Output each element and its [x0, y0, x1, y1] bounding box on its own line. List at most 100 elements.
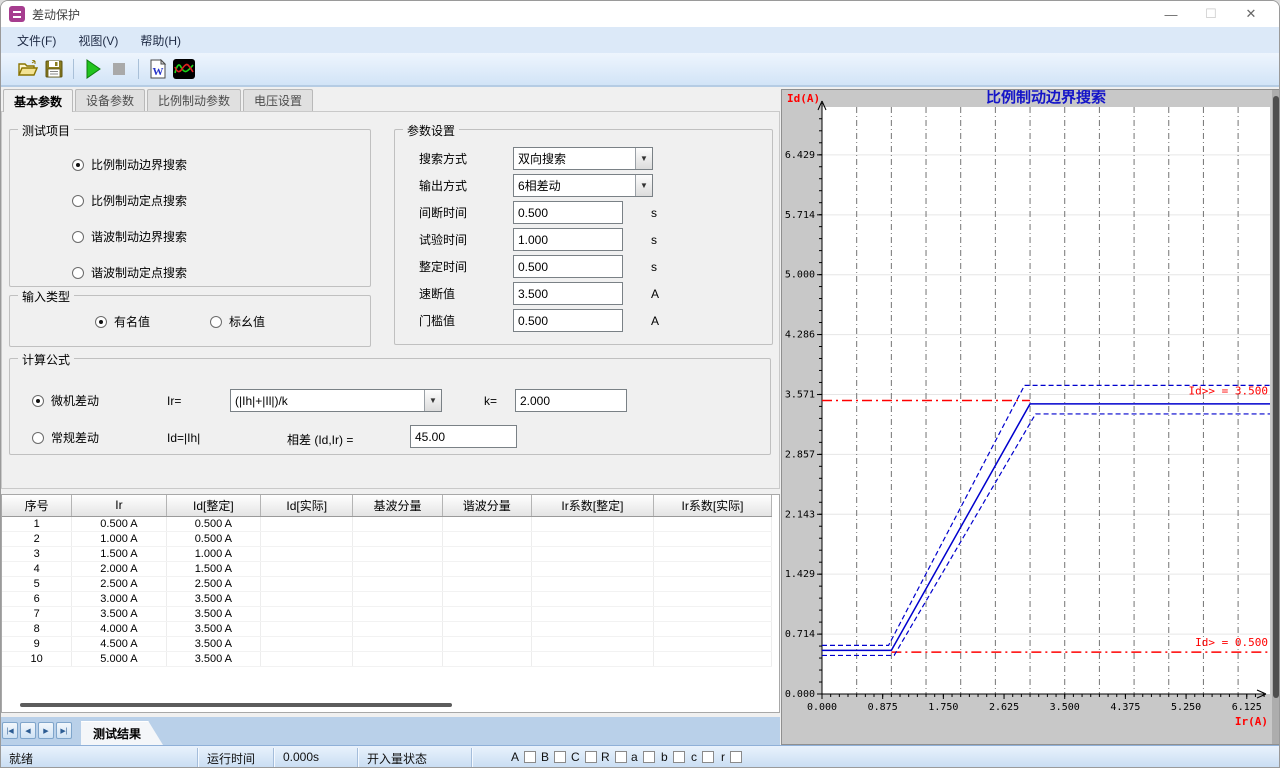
param-row-instant-value: 速断值A	[395, 282, 772, 305]
table-row[interactable]: 105.000 A3.500 A	[2, 651, 772, 666]
table-cell	[353, 561, 442, 576]
channel-checkbox[interactable]	[702, 751, 714, 763]
radio-label: 有名值	[114, 313, 150, 330]
tab-2[interactable]: 比例制动参数	[147, 89, 241, 111]
table-row[interactable]: 52.500 A2.500 A	[2, 576, 772, 591]
test-item-option-0[interactable]: 比例制动边界搜索	[72, 156, 187, 173]
run-button[interactable]	[80, 56, 106, 82]
test-item-option-1[interactable]: 比例制动定点搜索	[72, 192, 187, 209]
tab-3[interactable]: 电压设置	[243, 89, 313, 111]
chevron-down-icon[interactable]: ▼	[635, 175, 652, 196]
tab-nav-button-3[interactable]: ▶|	[56, 722, 72, 739]
channel-checkbox[interactable]	[524, 751, 536, 763]
break-time-input[interactable]	[513, 201, 623, 224]
save-button[interactable]	[41, 56, 67, 82]
table-row[interactable]: 63.000 A3.500 A	[2, 591, 772, 606]
waveform-button[interactable]	[171, 56, 197, 82]
test-item-option-2[interactable]: 谐波制动边界搜索	[72, 228, 187, 245]
channel-checkbox[interactable]	[673, 751, 685, 763]
break-time-label: 间断时间	[395, 204, 513, 221]
menu-help[interactable]: 帮助(H)	[140, 32, 181, 49]
column-header-5[interactable]: 谐波分量	[442, 495, 531, 516]
tab-1[interactable]: 设备参数	[75, 89, 145, 111]
channel-label: C	[571, 750, 580, 764]
column-header-2[interactable]: Id[整定]	[166, 495, 260, 516]
chevron-down-icon[interactable]: ▼	[635, 148, 652, 169]
table-row[interactable]: 31.500 A1.000 A	[2, 546, 772, 561]
word-report-icon: W	[149, 59, 167, 79]
stop-button[interactable]	[106, 56, 132, 82]
svg-text:6.429: 6.429	[785, 150, 815, 161]
column-header-4[interactable]: 基波分量	[353, 495, 442, 516]
tab-0[interactable]: 基本参数	[3, 89, 73, 112]
channel-checkbox[interactable]	[643, 751, 655, 763]
gate-value-input[interactable]	[513, 309, 623, 332]
table-cell: 8	[2, 621, 72, 636]
tab-nav-button-1[interactable]: ◀	[20, 722, 36, 739]
vertical-scrollbar[interactable]	[1272, 90, 1280, 744]
table-cell: 3.500 A	[166, 651, 260, 666]
param-row-gate-value: 门槛值A	[395, 309, 772, 332]
svg-text:Id>> = 3.500: Id>> = 3.500	[1189, 385, 1268, 398]
phase-input[interactable]	[410, 425, 517, 448]
column-header-3[interactable]: Id[实际]	[261, 495, 353, 516]
gate-value-label: 门槛值	[395, 312, 513, 329]
toolbar-separator	[73, 59, 74, 79]
bottom-tab-0[interactable]: 测试结果	[81, 721, 163, 745]
table-row[interactable]: 84.000 A3.500 A	[2, 621, 772, 636]
maximize-button[interactable]: ☐	[1191, 1, 1231, 27]
table-row[interactable]: 21.000 A0.500 A	[2, 531, 772, 546]
table-row[interactable]: 10.500 A0.500 A	[2, 516, 772, 531]
menu-file[interactable]: 文件(F)	[17, 32, 56, 49]
channel-checkbox[interactable]	[615, 751, 627, 763]
table-cell: 0.500 A	[72, 516, 166, 531]
close-button[interactable]: ✕	[1231, 1, 1271, 27]
settle-time-input[interactable]	[513, 255, 623, 278]
channel-checkbox[interactable]	[730, 751, 742, 763]
tab-nav-button-0[interactable]: |◀	[2, 722, 18, 739]
channel-checkbox[interactable]	[554, 751, 566, 763]
channel-label: A	[511, 750, 519, 764]
table-cell: 9	[2, 636, 72, 651]
di-channel-a: a	[631, 750, 655, 764]
tab-nav-button-2[interactable]: ▶	[38, 722, 54, 739]
column-header-7[interactable]: Ir系数[实际]	[653, 495, 771, 516]
channel-label: B	[541, 750, 549, 764]
column-header-6[interactable]: Ir系数[整定]	[531, 495, 653, 516]
search-mode-value: 双向搜索	[514, 150, 635, 167]
k-input[interactable]	[515, 389, 627, 412]
horizontal-scrollbar[interactable]	[20, 703, 452, 707]
open-file-button[interactable]	[15, 56, 41, 82]
table-row[interactable]: 94.500 A3.500 A	[2, 636, 772, 651]
table-cell: 2	[2, 531, 72, 546]
svg-text:5.250: 5.250	[1171, 702, 1201, 713]
table-cell: 3.500 A	[166, 636, 260, 651]
test-time-input[interactable]	[513, 228, 623, 251]
column-header-1[interactable]: Ir	[72, 495, 166, 516]
table-cell: 3.500 A	[166, 591, 260, 606]
column-header-0[interactable]: 序号	[2, 495, 72, 516]
search-mode-select[interactable]: 双向搜索▼	[513, 147, 653, 170]
toolbar-separator	[138, 59, 139, 79]
svg-text:2.625: 2.625	[989, 702, 1019, 713]
di-channel-B: B	[541, 750, 566, 764]
word-report-button[interactable]: W	[145, 56, 171, 82]
search-mode-label: 搜索方式	[395, 150, 513, 167]
input-type-option-1[interactable]: 标幺值	[210, 313, 265, 330]
table-cell: 4.500 A	[72, 636, 166, 651]
table-row[interactable]: 73.500 A3.500 A	[2, 606, 772, 621]
table-row[interactable]: 42.000 A1.500 A	[2, 561, 772, 576]
svg-text:Id(A): Id(A)	[787, 92, 820, 105]
input-type-option-0[interactable]: 有名值	[95, 313, 150, 330]
table-cell	[442, 651, 531, 666]
test-item-option-3[interactable]: 谐波制动定点搜索	[72, 264, 187, 281]
formula-mode-option-0[interactable]: 微机差动	[32, 392, 99, 409]
channel-checkbox[interactable]	[585, 751, 597, 763]
minimize-button[interactable]: —	[1151, 1, 1191, 27]
chevron-down-icon[interactable]: ▼	[424, 390, 441, 411]
formula-mode-option-1[interactable]: 常规差动	[32, 429, 99, 446]
output-mode-select[interactable]: 6相差动▼	[513, 174, 653, 197]
instant-value-input[interactable]	[513, 282, 623, 305]
menu-view[interactable]: 视图(V)	[78, 32, 118, 49]
ir-formula-select[interactable]: (|Ih|+|Il|)/k ▼	[230, 389, 442, 412]
